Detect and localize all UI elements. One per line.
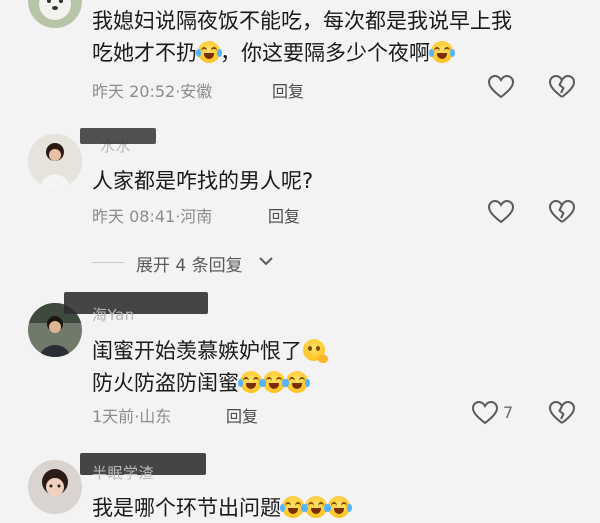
avatar[interactable] [28,0,82,28]
tears-of-joy-emoji [280,496,306,518]
comment-meta: 昨天 08:41·河南 [92,203,212,227]
location: 河南 [180,207,213,226]
comment-text-segment: 我是哪个环节出问题 [92,496,281,520]
reply-button[interactable]: 回复 [268,203,300,227]
tears-of-joy-emoji [326,496,352,518]
location: 安徽 [180,82,213,101]
reply-button[interactable]: 回复 [272,78,304,102]
username[interactable]: 半眠学渣 [92,462,154,483]
heart-outline-icon[interactable] [488,75,514,99]
broken-heart-icon[interactable] [549,75,575,99]
comment-text-line-1: 我媳妇说隔夜饭不能吃，每次都是我说早上我 [92,9,512,33]
broken-heart-icon[interactable] [549,200,575,224]
comment-text-line-2: 防火防盗防闺蜜 [92,369,310,397]
heart-outline-icon[interactable] [488,200,514,224]
username-redaction [64,292,208,314]
heart-outline-icon[interactable] [472,401,498,425]
comment-2: 水水 人家都是咋找的男人呢? 昨天 08:41·河南 回复 [0,125,600,235]
timestamp: 1天前 [92,407,135,426]
like-count: 7 [503,403,514,422]
comment-text-segment: 闺蜜开始羡慕嫉妒恨了 [92,339,302,363]
comment-meta: 1天前·山东 [92,403,171,427]
avatar[interactable] [28,460,82,514]
comment-text-segment: ，你这要隔多少个夜啊 [220,41,430,65]
comment-4: 半眠学渣 我是哪个环节出问题 [0,450,600,523]
location: 山东 [139,407,172,426]
divider-line [92,262,124,263]
comment-meta: 昨天 20:52·安徽 [92,78,212,102]
comment-1: 我媳妇说隔夜饭不能吃，每次都是我说早上我 吃她才不扔 ，你这要隔多少个夜啊 昨天 … [0,0,600,110]
tears-of-joy-emoji [196,41,222,63]
smirk-emoji [303,339,328,363]
username-redaction [80,128,156,144]
expand-replies-label: 展开 4 条回复 [136,256,243,276]
chevron-down-icon [258,251,274,275]
comment-text-segment: 防火防盗防闺蜜 [92,371,239,395]
broken-heart-icon[interactable] [549,401,575,425]
timestamp: 昨天 20:52 [92,82,176,101]
tears-of-joy-emoji [238,371,264,393]
comment-text-line-2: 吃她才不扔 ，你这要隔多少个夜啊 [92,39,455,67]
tears-of-joy-emoji [303,496,329,518]
reply-button[interactable]: 回复 [226,403,258,427]
timestamp: 昨天 08:41 [92,207,176,226]
comment-text-line-1: 我是哪个环节出问题 [92,494,352,522]
comment-text-segment: 吃她才不扔 [92,41,197,65]
tears-of-joy-emoji [284,371,310,393]
comment-text-line-1: 闺蜜开始羡慕嫉妒恨了 [92,337,328,365]
tears-of-joy-emoji [261,371,287,393]
avatar[interactable] [28,134,82,188]
tears-of-joy-emoji [429,41,455,63]
username[interactable]: 海Yan [92,304,135,325]
comment-text-line-1: 人家都是咋找的男人呢? [92,169,314,193]
comment-3: 海Yan 闺蜜开始羡慕嫉妒恨了 防火防盗防闺蜜 1天前·山东 回复 7 [0,290,600,440]
